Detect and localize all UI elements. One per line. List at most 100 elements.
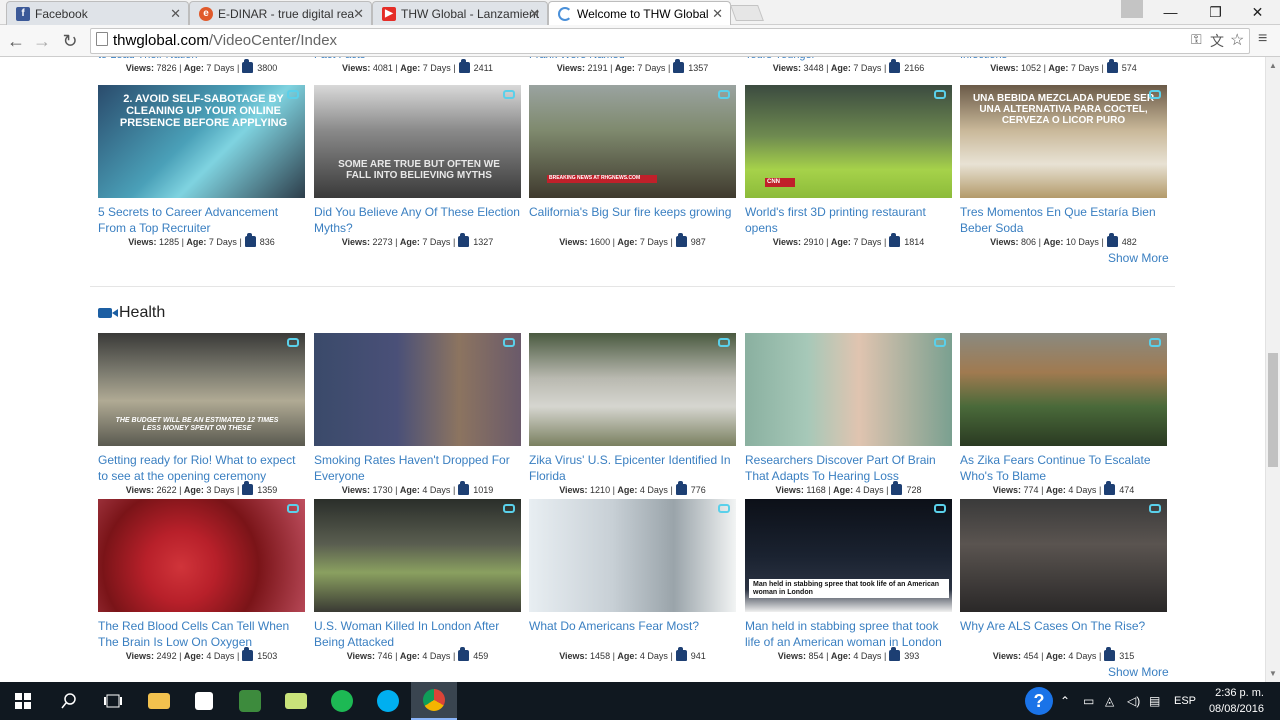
thumbs-up-icon[interactable] bbox=[889, 233, 901, 247]
video-card[interactable]: Smoking Rates Haven't Dropped For Everyo… bbox=[314, 333, 521, 497]
volume-icon[interactable]: ◁) bbox=[1127, 682, 1140, 720]
tab-youtube[interactable]: ▶ THW Global - Lanzamient ✕ bbox=[372, 1, 548, 25]
video-title-link[interactable]: The Red Blood Cells Can Tell When The Br… bbox=[98, 618, 305, 650]
menu-icon[interactable]: ≡ bbox=[1258, 30, 1267, 48]
show-more-link[interactable]: Show More bbox=[1108, 665, 1169, 679]
video-card[interactable]: 2. AVOID SELF-SABOTAGE BY CLEANING UP YO… bbox=[98, 85, 305, 249]
search-icon[interactable] bbox=[46, 682, 92, 720]
close-icon[interactable]: ✕ bbox=[170, 6, 181, 22]
video-thumbnail[interactable]: SOME ARE TRUE BUT OFTEN WE FALL INTO BEL… bbox=[314, 85, 521, 198]
translate-icon[interactable]: 文 bbox=[1210, 31, 1224, 51]
video-card[interactable]: As Zika Fears Continue To Escalate Who's… bbox=[960, 333, 1167, 497]
minimize-button[interactable]: — bbox=[1148, 0, 1193, 25]
battery-icon[interactable]: ▭ bbox=[1083, 682, 1094, 720]
video-title-link[interactable]: Tres Momentos En Que Estaría Bien Beber … bbox=[960, 204, 1167, 236]
video-thumbnail[interactable] bbox=[529, 333, 736, 446]
show-more-link[interactable]: Show More bbox=[1108, 251, 1169, 265]
thumbs-up-icon[interactable] bbox=[242, 59, 254, 73]
back-icon[interactable]: ← bbox=[6, 31, 26, 52]
video-card[interactable]: BREAKING NEWS AT RHGNEWS.COM California's… bbox=[529, 85, 736, 249]
thumbs-up-icon[interactable] bbox=[675, 481, 687, 495]
file-explorer-icon[interactable] bbox=[136, 682, 182, 720]
key-icon[interactable]: ⚿ bbox=[1191, 31, 1202, 48]
network-icon[interactable]: ◬ bbox=[1105, 682, 1114, 720]
scroll-down-icon[interactable]: ▼ bbox=[1269, 669, 1277, 678]
close-icon[interactable]: ✕ bbox=[712, 6, 723, 22]
video-card[interactable]: The Red Blood Cells Can Tell When The Br… bbox=[98, 499, 305, 663]
video-thumbnail[interactable]: THE BUDGET WILL BE AN ESTIMATED 12 TIMES… bbox=[98, 333, 305, 446]
thumbs-up-icon[interactable] bbox=[673, 59, 685, 73]
scroll-up-icon[interactable]: ▲ bbox=[1269, 61, 1277, 70]
video-card[interactable]: Fact FactsViews: 4081 | Age: 7 Days |241… bbox=[314, 57, 521, 75]
thumbs-up-icon[interactable] bbox=[458, 647, 470, 661]
profile-icon[interactable] bbox=[1121, 0, 1143, 18]
video-thumbnail[interactable] bbox=[314, 499, 521, 612]
video-thumbnail[interactable] bbox=[98, 499, 305, 612]
notification-icon[interactable]: ▤ bbox=[1149, 682, 1160, 720]
store-icon[interactable] bbox=[181, 682, 227, 720]
thumbs-up-icon[interactable] bbox=[458, 233, 470, 247]
close-icon[interactable]: ✕ bbox=[529, 6, 540, 22]
video-title-link[interactable]: World's first 3D printing restaurant ope… bbox=[745, 204, 952, 236]
forward-icon[interactable]: → bbox=[32, 31, 52, 52]
tab-facebook[interactable]: f Facebook ✕ bbox=[6, 1, 189, 25]
spotify-icon[interactable] bbox=[319, 682, 365, 720]
thumbs-up-icon[interactable] bbox=[458, 59, 470, 73]
thumbs-up-icon[interactable] bbox=[244, 233, 256, 247]
video-title-link[interactable]: Researchers Discover Part Of Brain That … bbox=[745, 452, 952, 484]
video-thumbnail[interactable]: Man held in stabbing spree that took lif… bbox=[745, 499, 952, 612]
video-title-link[interactable]: Why Are ALS Cases On The Rise? bbox=[960, 618, 1167, 650]
thumbs-up-icon[interactable] bbox=[889, 59, 901, 73]
video-card[interactable]: InfectionsViews: 1052 | Age: 7 Days |574 bbox=[960, 57, 1167, 75]
tab-edinar[interactable]: e E-DINAR - true digital rea ✕ bbox=[189, 1, 372, 25]
thumbs-up-icon[interactable] bbox=[675, 647, 687, 661]
folder-app-icon[interactable] bbox=[273, 682, 319, 720]
video-title-link[interactable]: As Zika Fears Continue To Escalate Who's… bbox=[960, 452, 1167, 484]
thumbs-up-icon[interactable] bbox=[242, 647, 254, 661]
video-title-link[interactable]: Zika Virus' U.S. Epicenter Identified In… bbox=[529, 452, 736, 484]
video-card[interactable]: Why Are ALS Cases On The Rise? Views: 454… bbox=[960, 499, 1167, 663]
close-icon[interactable]: ✕ bbox=[353, 6, 364, 22]
thumbs-up-icon[interactable] bbox=[1104, 481, 1116, 495]
video-thumbnail[interactable]: BREAKING NEWS AT RHGNEWS.COM bbox=[529, 85, 736, 198]
video-card[interactable]: CNN World's first 3D printing restaurant … bbox=[745, 85, 952, 249]
task-view-icon[interactable] bbox=[90, 682, 136, 720]
video-title-link[interactable]: What Do Americans Fear Most? bbox=[529, 618, 736, 650]
video-thumbnail[interactable]: 2. AVOID SELF-SABOTAGE BY CLEANING UP YO… bbox=[98, 85, 305, 198]
address-bar[interactable]: thwglobal.com/VideoCenter/Index bbox=[90, 28, 1250, 54]
reload-icon[interactable]: ↻ bbox=[60, 31, 80, 52]
help-icon[interactable]: ? bbox=[1025, 682, 1053, 720]
thumbs-up-icon[interactable] bbox=[889, 647, 901, 661]
video-card[interactable]: Man held in stabbing spree that took lif… bbox=[745, 499, 952, 663]
video-card[interactable]: U.S. Woman Killed In London After Being … bbox=[314, 499, 521, 663]
video-thumbnail[interactable]: UNA BEBIDA MEZCLADA PUEDE SER UNA ALTERN… bbox=[960, 85, 1167, 198]
video-card[interactable]: Frank Were NamedViews: 2191 | Age: 7 Day… bbox=[529, 57, 736, 75]
video-card[interactable]: UNA BEBIDA MEZCLADA PUEDE SER UNA ALTERN… bbox=[960, 85, 1167, 249]
maximize-button[interactable]: ❐ bbox=[1193, 0, 1238, 25]
system-clock[interactable]: 2:36 p. m. 08/08/2016 bbox=[1209, 685, 1264, 717]
thumbs-up-icon[interactable] bbox=[1106, 59, 1118, 73]
thumbs-up-icon[interactable] bbox=[675, 233, 687, 247]
tray-chevron-icon[interactable]: ⌃ bbox=[1060, 682, 1070, 720]
video-title-link[interactable]: U.S. Woman Killed In London After Being … bbox=[314, 618, 521, 650]
video-card[interactable]: SOME ARE TRUE BUT OFTEN WE FALL INTO BEL… bbox=[314, 85, 521, 249]
video-thumbnail[interactable] bbox=[960, 333, 1167, 446]
thumbs-up-icon[interactable] bbox=[1106, 233, 1118, 247]
tripadvisor-icon[interactable] bbox=[227, 682, 273, 720]
thumbs-up-icon[interactable] bbox=[458, 481, 470, 495]
chrome-icon[interactable] bbox=[411, 682, 457, 720]
video-title-link[interactable]: 5 Secrets to Career Advancement From a T… bbox=[98, 204, 305, 236]
video-card[interactable]: Tours YoungerViews: 3448 | Age: 7 Days |… bbox=[745, 57, 952, 75]
video-card[interactable]: THE BUDGET WILL BE AN ESTIMATED 12 TIMES… bbox=[98, 333, 305, 497]
skype-icon[interactable] bbox=[365, 682, 411, 720]
video-title-link[interactable]: California's Big Sur fire keeps growing bbox=[529, 204, 736, 236]
windows-start-icon[interactable] bbox=[0, 682, 46, 720]
thumbs-up-icon[interactable] bbox=[1104, 647, 1116, 661]
video-thumbnail[interactable] bbox=[529, 499, 736, 612]
video-thumbnail[interactable] bbox=[960, 499, 1167, 612]
video-thumbnail[interactable] bbox=[745, 333, 952, 446]
tab-thw-global[interactable]: Welcome to THW Global ✕ bbox=[548, 1, 731, 26]
video-card[interactable]: What Do Americans Fear Most? Views: 1458 … bbox=[529, 499, 736, 663]
video-thumbnail[interactable]: CNN bbox=[745, 85, 952, 198]
video-card[interactable]: Researchers Discover Part Of Brain That … bbox=[745, 333, 952, 497]
